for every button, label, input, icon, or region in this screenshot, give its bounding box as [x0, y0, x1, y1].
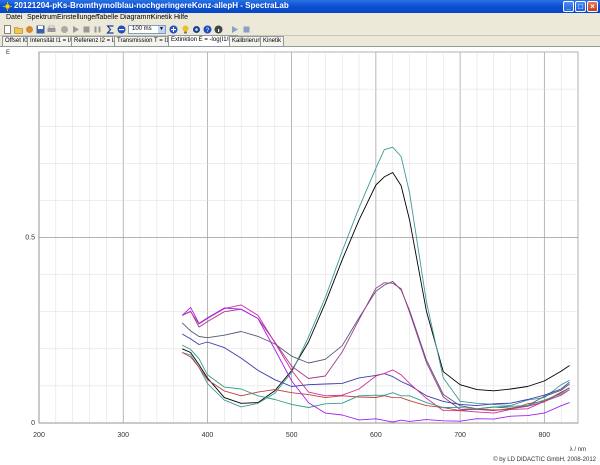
open-icon[interactable] — [14, 25, 23, 34]
y-axis-label: E — [6, 50, 10, 56]
y-tick-label: 0.5 — [25, 235, 35, 242]
x-tick-label: 400 — [202, 432, 214, 439]
window-title: 20121204-pKs-Bromthymolblau-nochgeringer… — [14, 1, 289, 10]
info-icon[interactable] — [214, 25, 223, 34]
run-icon[interactable] — [230, 25, 239, 34]
interval-combo[interactable]: 100 ms ▼ — [128, 25, 166, 34]
minimize-button[interactable]: _ — [563, 1, 574, 12]
menu-einstellungen[interactable]: Einstellungen — [57, 14, 99, 21]
tab-kinetik[interactable]: Kinetik — [260, 36, 285, 46]
save-icon[interactable] — [36, 25, 45, 34]
x-tick-label: 800 — [538, 432, 550, 439]
menu-kinetik[interactable]: Kinetik — [151, 14, 172, 21]
y-tick-label: 0 — [31, 420, 35, 427]
interval-value: 100 ms — [132, 26, 152, 32]
chevron-down-icon[interactable]: ▼ — [158, 26, 165, 33]
minus-circle-icon[interactable] — [117, 25, 126, 34]
chart-grid — [38, 51, 579, 424]
menu-hilfe[interactable]: Hilfe — [174, 14, 188, 21]
tab-extinktion[interactable]: Extinktion E = -log(I1/I2) — [168, 35, 239, 46]
app-sun-icon — [3, 2, 12, 11]
x-tick-labels: 200 300 400 500 600 700 800 — [33, 432, 550, 439]
maximize-button[interactable]: □ — [575, 1, 586, 12]
record-icon[interactable] — [60, 25, 69, 34]
menu-tabelle[interactable]: Tabelle — [96, 14, 118, 21]
menu-datei[interactable]: Datei — [6, 14, 22, 21]
settings-icon[interactable] — [25, 25, 34, 34]
y-tick-labels: 00.5 — [25, 235, 35, 428]
close-button[interactable]: × — [587, 1, 598, 12]
end-icon[interactable] — [242, 25, 251, 34]
copyright-footer: © by LD DIDACTIC GmbH, 2008-2012 — [493, 457, 596, 463]
x-tick-label: 700 — [454, 432, 466, 439]
extinction-chart[interactable]: 200 300 400 500 600 700 800 00.5 λ / nm E — [0, 46, 600, 465]
menu-spektrum[interactable]: Spektrum — [27, 14, 57, 21]
tab-strip: Offset I0 Intensität I1 = I/I0 Referenz … — [0, 35, 600, 46]
menu-diagramm[interactable]: Diagramm — [120, 14, 152, 21]
toolbar: 100 ms ▼ ? — [0, 24, 600, 36]
x-axis-label: λ / nm — [570, 447, 586, 453]
x-tick-label: 200 — [33, 432, 45, 439]
x-tick-label: 500 — [286, 432, 298, 439]
print-icon[interactable] — [47, 25, 56, 34]
title-bar: 20121204-pKs-Bromthymolblau-nochgeringer… — [0, 0, 600, 13]
stop-icon[interactable] — [82, 25, 91, 34]
pause-icon[interactable] — [93, 25, 102, 34]
gear-icon[interactable] — [192, 25, 201, 34]
lamp-icon[interactable] — [181, 25, 190, 34]
new-icon[interactable] — [3, 25, 12, 34]
x-tick-label: 600 — [370, 432, 382, 439]
play-icon[interactable] — [71, 25, 80, 34]
plus-circle-icon[interactable] — [169, 25, 178, 34]
menu-bar: Datei Spektrum Einstellungen Tabelle Dia… — [0, 13, 600, 24]
sigma-icon[interactable] — [106, 25, 115, 34]
help-icon[interactable]: ? — [203, 25, 212, 34]
x-tick-label: 300 — [117, 432, 129, 439]
